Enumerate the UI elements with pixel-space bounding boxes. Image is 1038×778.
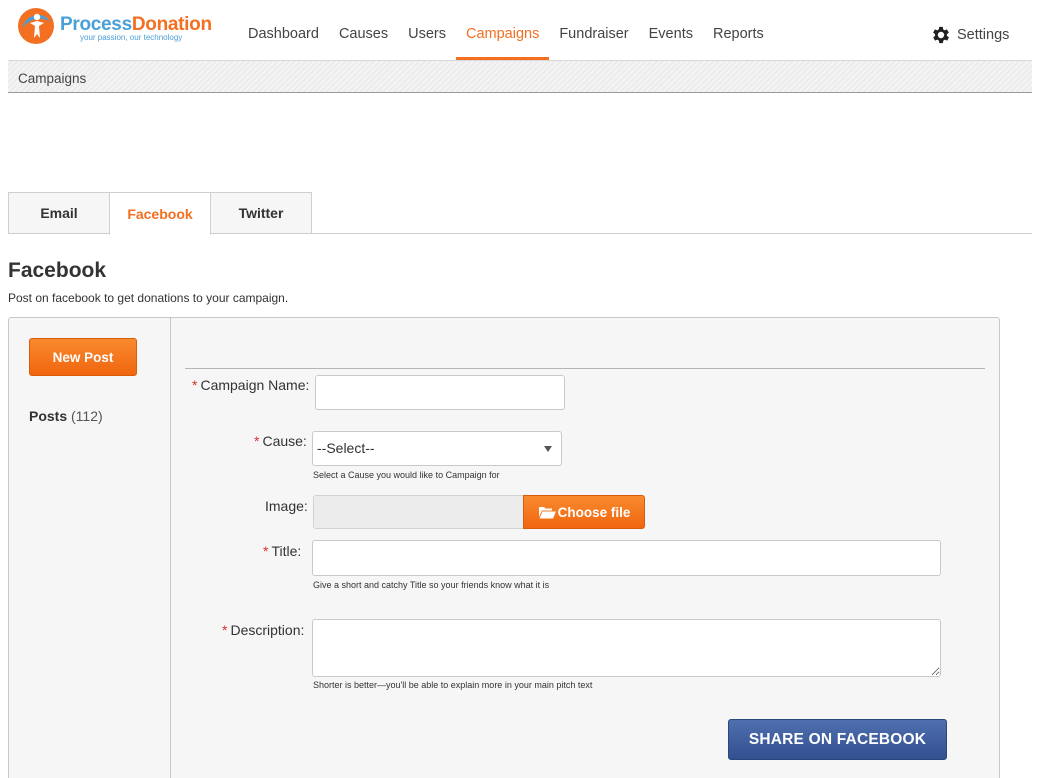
description-hint: Shorter is better—you'll be able to expl… <box>313 680 593 690</box>
description-label: * Description: <box>222 622 304 638</box>
page-title: Facebook <box>8 259 107 282</box>
page-subtitle: Post on facebook to get donations to you… <box>8 291 289 305</box>
panel-divider <box>170 318 171 778</box>
nav-item-causes[interactable]: Causes <box>329 0 398 60</box>
nav-item-label: Reports <box>712 26 764 42</box>
campaign-name-label-text: Campaign Name: <box>200 377 310 393</box>
nav-item-label: Users <box>408 26 446 42</box>
title-label: * Title: <box>263 543 301 559</box>
campaign-tabs: Email Twitter Facebook <box>8 192 1032 235</box>
cause-label-text: Cause: <box>262 433 307 449</box>
campaign-name-label: * Campaign Name: <box>192 377 309 393</box>
form-divider <box>185 368 985 369</box>
chevron-down-icon <box>544 446 552 452</box>
posts-count: (112) <box>71 408 103 424</box>
choose-file-label: Choose file <box>557 504 631 520</box>
required-marker: * <box>254 433 260 449</box>
cause-hint: Select a Cause you would like to Campaig… <box>313 470 500 480</box>
nav-item-users[interactable]: Users <box>398 0 456 60</box>
required-marker: * <box>263 543 269 559</box>
posts-label: Posts <box>29 408 68 424</box>
description-label-text: Description: <box>230 622 305 638</box>
nav-item-label: Dashboard <box>248 26 319 42</box>
cause-select[interactable]: --Select-- <box>312 431 562 466</box>
required-marker: * <box>192 377 198 393</box>
facebook-post-panel: New Post Posts (112) * Campaign Name: * Ca… <box>8 317 1000 778</box>
settings-link[interactable]: Settings <box>930 24 1009 46</box>
nav-item-fundraiser[interactable]: Fundraiser <box>549 0 638 60</box>
share-on-facebook-button[interactable]: SHARE ON FACEBOOK <box>728 719 947 760</box>
nav-item-campaigns[interactable]: Campaigns <box>455 0 550 60</box>
breadcrumb: Campaigns <box>8 60 1032 93</box>
brand-tagline: your passion, our technology <box>80 33 183 42</box>
brand-logo[interactable]: ProcessDonation your passion, our techno… <box>16 6 216 48</box>
image-label: Image: <box>265 498 308 514</box>
settings-label: Settings <box>957 27 1010 43</box>
brand-name-part1: Process <box>60 14 132 35</box>
image-label-text: Image: <box>265 498 308 514</box>
cause-label: * Cause: <box>254 433 307 449</box>
folder-open-icon <box>538 507 556 519</box>
nav-item-label: Causes <box>338 26 389 42</box>
nav-item-dashboard[interactable]: Dashboard <box>238 0 329 60</box>
nav-item-label: Campaigns <box>465 26 540 42</box>
required-marker: * <box>222 622 228 638</box>
nav-item-reports[interactable]: Reports <box>703 0 774 60</box>
tab-facebook[interactable]: Facebook <box>109 192 211 235</box>
nav-item-label: Fundraiser <box>559 26 629 42</box>
choose-file-button[interactable]: Choose file <box>523 495 645 529</box>
title-hint: Give a short and catchy Title so your fr… <box>313 580 550 590</box>
tab-twitter[interactable]: Twitter <box>210 192 312 234</box>
brand-name-part2: Donation <box>131 14 212 35</box>
new-post-button[interactable]: New Post <box>29 338 137 376</box>
campaign-name-input[interactable] <box>315 375 565 410</box>
logo-mark-icon <box>18 8 54 44</box>
posts-link[interactable]: Posts (112) <box>29 408 103 424</box>
nav-item-label: Events <box>648 26 693 42</box>
gear-icon <box>933 26 949 44</box>
description-textarea[interactable] <box>312 619 941 677</box>
tab-email[interactable]: Email <box>8 192 110 234</box>
cause-selected-value: --Select-- <box>317 440 375 456</box>
main-nav: Dashboard Causes Users Campaigns Fundrai… <box>238 0 774 60</box>
nav-item-events[interactable]: Events <box>639 0 703 60</box>
file-path-display[interactable] <box>313 495 524 529</box>
title-input[interactable] <box>312 540 941 576</box>
title-label-text: Title: <box>271 543 302 559</box>
top-header: ProcessDonation your passion, our techno… <box>0 0 1038 60</box>
breadcrumb-current: Campaigns <box>18 71 87 86</box>
